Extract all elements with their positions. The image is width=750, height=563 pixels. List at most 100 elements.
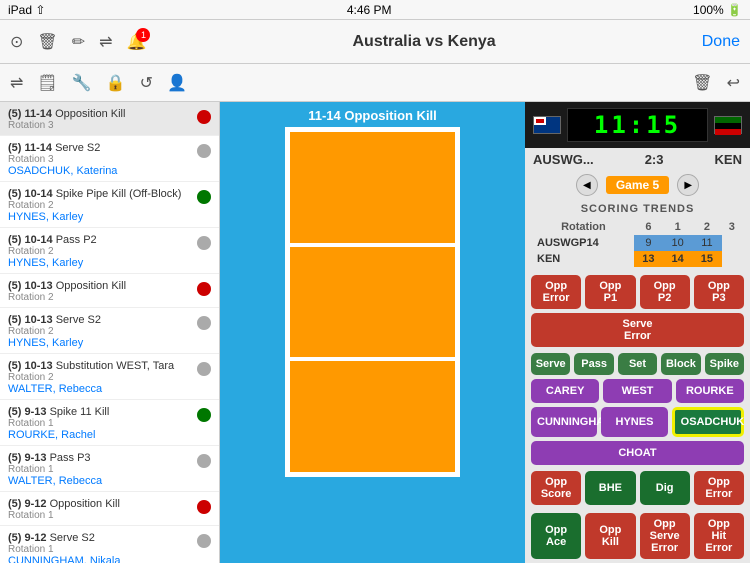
play-score: (5) 11-14 [8, 142, 55, 154]
filter-icon[interactable]: ⊙ [10, 32, 23, 52]
opp-score-btn[interactable]: OppScore [531, 471, 581, 505]
toolbar-left: ⊙ 🗑 ✏ ⇌ 🔔1 [10, 32, 146, 52]
rotation-icon[interactable]: ⇌ [10, 73, 23, 93]
serve-btn[interactable]: Serve [531, 353, 570, 375]
lock-icon[interactable]: 🔒 [106, 73, 126, 93]
play-item[interactable]: (5) 9-13 Spike 11 Kill Rotation 1 ROURKE… [0, 400, 219, 446]
trash-icon[interactable]: 🗑 [692, 73, 712, 93]
stats-icon[interactable]: 🗒 [37, 73, 57, 93]
opp-ace-btn[interactable]: OppAce [531, 513, 581, 559]
choat-row: CHOAT [525, 439, 750, 467]
cunningham-btn[interactable]: CUNNINGHA... [531, 407, 597, 437]
play-rotation: Rotation 1 [8, 510, 191, 521]
opp-error-2-btn[interactable]: OppError [694, 471, 744, 505]
trends-title: SCORING TRENDS [533, 203, 742, 215]
play-item[interactable]: (5) 11-14 Opposition Kill Rotation 3 [0, 102, 219, 136]
play-item[interactable]: (5) 10-13 Serve S2 Rotation 2 HYNES, Kar… [0, 308, 219, 354]
back-icon[interactable]: ↩ [727, 73, 740, 93]
opp-p1-btn[interactable]: OppP1 [585, 275, 635, 309]
bhe-btn[interactable]: BHE [585, 471, 635, 505]
play-dot [197, 190, 211, 204]
play-rotation: Rotation 2 [8, 246, 191, 257]
carey-btn[interactable]: CAREY [531, 379, 599, 403]
play-item[interactable]: (5) 10-13 Substitution WEST, Tara Rotati… [0, 354, 219, 400]
play-player: CUNNINGHAM, Nikala [8, 555, 191, 563]
play-player: ROURKE, Rachel [8, 429, 191, 441]
play-player: HYNES, Karley [8, 337, 191, 349]
hynes-btn[interactable]: HYNES [601, 407, 667, 437]
ken-r3 [722, 251, 742, 267]
undo-icon[interactable]: ↺ [140, 73, 153, 93]
play-type: Spike 11 Kill [50, 406, 110, 418]
flag-australia [533, 116, 561, 134]
ken-r6: 13 [634, 251, 663, 267]
play-type: Pass P2 [56, 234, 97, 246]
status-bar: iPad ⇧ 4:46 PM 100% 🔋 [0, 0, 750, 20]
play-item[interactable]: (5) 11-14 Serve S2 Rotation 3 OSADCHUK, … [0, 136, 219, 182]
play-player: WALTER, Rebecca [8, 475, 191, 487]
play-info: (5) 9-12 Opposition Kill Rotation 1 [8, 496, 191, 521]
court-zone-3 [288, 359, 457, 474]
play-item[interactable]: (5) 10-14 Pass P2 Rotation 2 HYNES, Karl… [0, 228, 219, 274]
block-btn[interactable]: Block [661, 353, 700, 375]
trends-row-aus: AUSWGP14 9 10 11 [533, 235, 742, 251]
opp-error-btn[interactable]: OppError [531, 275, 581, 309]
west-btn[interactable]: WEST [603, 379, 671, 403]
play-score: (5) 9-12 [8, 498, 50, 510]
set-btn[interactable]: Set [618, 353, 657, 375]
swap-icon[interactable]: ⇌ [99, 32, 112, 52]
opp-kill-btn[interactable]: OppKill [585, 513, 635, 559]
spike-btn[interactable]: Spike [705, 353, 744, 375]
choat-btn[interactable]: CHOAT [531, 441, 744, 465]
col-2: 2 [692, 219, 721, 235]
play-info: (5) 10-13 Opposition Kill Rotation 2 [8, 278, 191, 303]
done-button[interactable]: Done [702, 33, 740, 51]
pass-btn[interactable]: Pass [574, 353, 613, 375]
play-score: (5) 9-13 [8, 406, 50, 418]
play-item[interactable]: (5) 9-13 Pass P3 Rotation 1 WALTER, Rebe… [0, 446, 219, 492]
ken-r2: 15 [692, 251, 721, 267]
play-type: Spike Pipe Kill (Off-Block) [56, 188, 182, 200]
delete-icon[interactable]: 🗑 [37, 32, 57, 52]
opp-p3-btn[interactable]: OppP3 [694, 275, 744, 309]
col-6: 6 [634, 219, 663, 235]
settings-icon[interactable]: 🔧 [72, 73, 92, 93]
play-player: HYNES, Karley [8, 257, 191, 269]
status-right: 100% 🔋 [693, 3, 742, 17]
dig-btn[interactable]: Dig [640, 471, 690, 505]
notification-icon[interactable]: 🔔1 [127, 32, 147, 52]
play-score: (5) 9-12 [8, 532, 50, 544]
opp-hit-error-btn[interactable]: OppHit Error [694, 513, 744, 559]
play-type: Serve S2 [56, 314, 101, 326]
court-area: 11-14 Opposition Kill [220, 102, 525, 563]
serve-error-btn[interactable]: ServeError [531, 313, 744, 347]
edit-icon[interactable]: ✏ [72, 32, 85, 52]
aus-r6: 9 [634, 235, 663, 251]
play-item[interactable]: (5) 10-14 Spike Pipe Kill (Off-Block) Ro… [0, 182, 219, 228]
ken-label: KEN [533, 251, 634, 267]
play-info: (5) 9-12 Serve S2 Rotation 1 CUNNINGHAM,… [8, 530, 191, 563]
next-game-btn[interactable]: ▶ [677, 174, 699, 196]
play-item[interactable]: (5) 9-12 Serve S2 Rotation 1 CUNNINGHAM,… [0, 526, 219, 563]
skill-buttons: Serve Pass Set Block Spike [525, 351, 750, 377]
osadchuk-btn[interactable]: OSADCHUK [672, 407, 744, 437]
prev-game-btn[interactable]: ◀ [576, 174, 598, 196]
rourke-btn[interactable]: ROURKE [676, 379, 744, 403]
match-timer: 11:15 [567, 108, 708, 142]
opp-serve-error-btn[interactable]: OppServe Error [640, 513, 690, 559]
play-rotation: Rotation 1 [8, 544, 191, 555]
play-player: HYNES, Karley [8, 211, 191, 223]
play-item[interactable]: (5) 9-12 Opposition Kill Rotation 1 [0, 492, 219, 526]
play-rotation: Rotation 1 [8, 464, 191, 475]
player-icon[interactable]: 👤 [167, 73, 187, 93]
play-info: (5) 10-14 Pass P2 Rotation 2 HYNES, Karl… [8, 232, 191, 269]
team-b-name: KEN [715, 152, 742, 167]
play-item[interactable]: (5) 10-13 Opposition Kill Rotation 2 [0, 274, 219, 308]
bottom-opp-row2: OppAce OppKill OppServe Error OppHit Err… [525, 509, 750, 563]
aus-r2: 11 [692, 235, 721, 251]
play-info: (5) 10-13 Serve S2 Rotation 2 HYNES, Kar… [8, 312, 191, 349]
opp-p2-btn[interactable]: OppP2 [640, 275, 690, 309]
play-score: (5) 10-13 [8, 314, 56, 326]
play-score: (5) 10-14 [8, 188, 56, 200]
play-type: Pass P3 [50, 452, 91, 464]
